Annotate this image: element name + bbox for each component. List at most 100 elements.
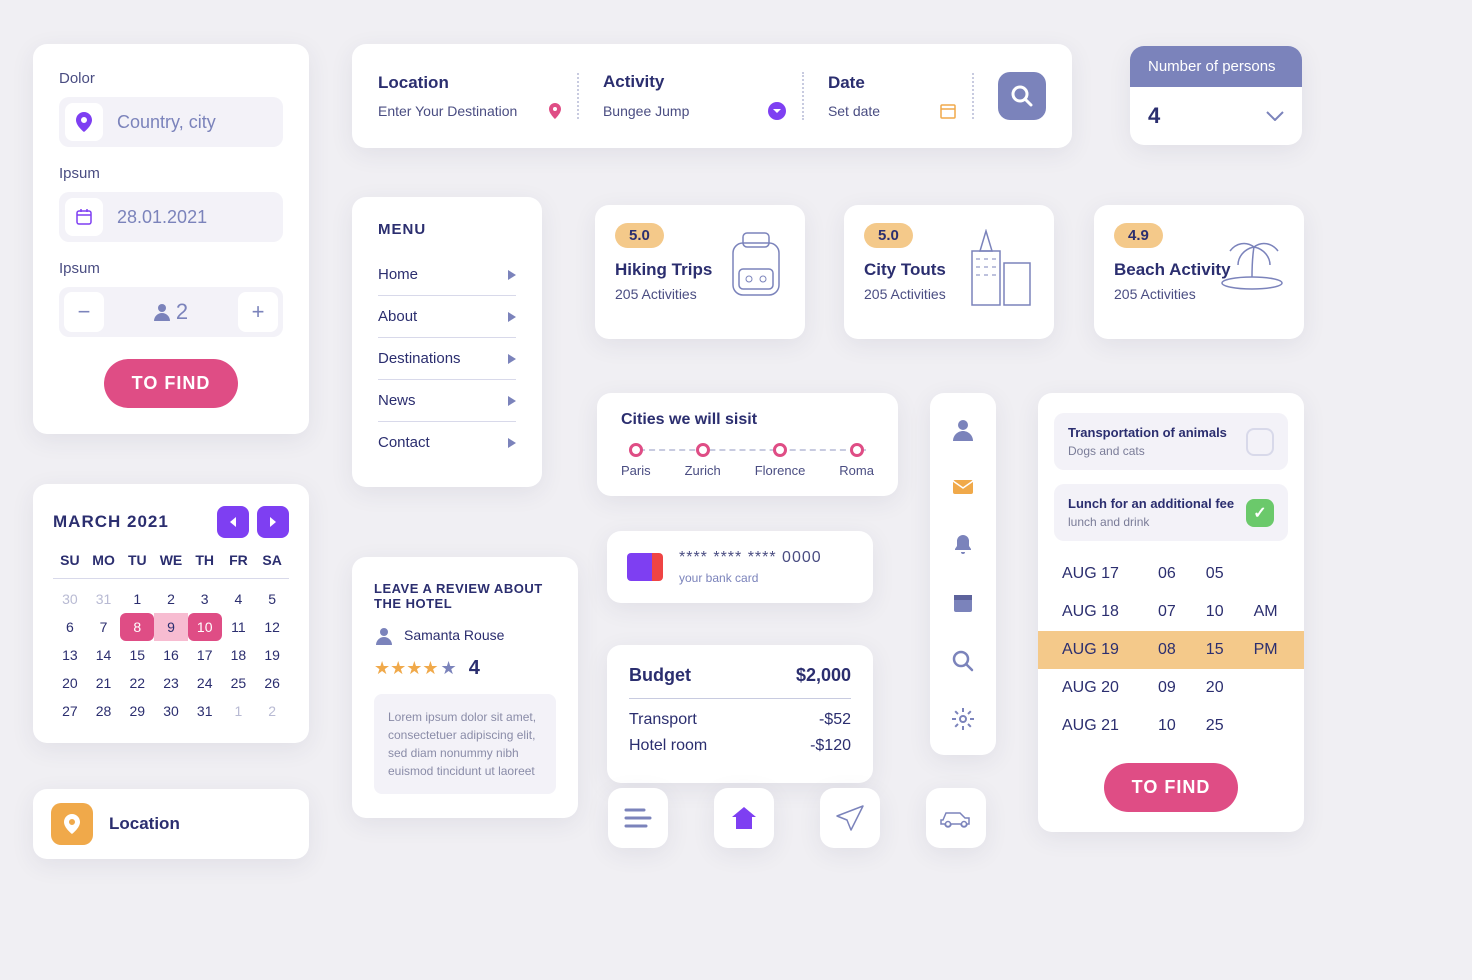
- budget-row: Transport-$52: [629, 711, 851, 729]
- calendar-day[interactable]: 3: [188, 585, 222, 613]
- city-stop: Paris: [621, 443, 651, 478]
- option-row[interactable]: Lunch for an additional feelunch and dri…: [1054, 484, 1288, 541]
- cities-panel: Cities we will sisit ParisZurichFlorence…: [597, 393, 898, 496]
- calendar-day[interactable]: 30: [154, 697, 188, 725]
- schedule-row[interactable]: AUG 211025: [1038, 707, 1304, 745]
- search-panel: Dolor Country, city Ipsum 28.01.2021 Ips…: [33, 44, 309, 434]
- flight-button[interactable]: [820, 788, 880, 848]
- schedule-row[interactable]: AUG 190815PM: [1038, 631, 1304, 669]
- city-stop: Florence: [755, 443, 806, 478]
- calendar-icon: [940, 103, 956, 119]
- person-icon: [154, 303, 170, 321]
- car-button[interactable]: [926, 788, 986, 848]
- calendar-day[interactable]: 19: [255, 641, 289, 669]
- calendar-icon[interactable]: [951, 591, 975, 615]
- destination-input[interactable]: Country, city: [59, 97, 283, 147]
- option-row[interactable]: Transportation of animalsDogs and cats: [1054, 413, 1288, 470]
- menu-item[interactable]: Home: [378, 254, 516, 296]
- guest-stepper: − 2 +: [59, 287, 283, 337]
- calendar-day[interactable]: 23: [154, 669, 188, 697]
- search-button[interactable]: [998, 72, 1046, 120]
- gear-icon[interactable]: [951, 707, 975, 731]
- calendar-day[interactable]: 11: [222, 613, 256, 641]
- calendar-day[interactable]: 8: [120, 613, 154, 641]
- calendar-day[interactable]: 17: [188, 641, 222, 669]
- checkbox[interactable]: [1246, 428, 1274, 456]
- schedule-row[interactable]: AUG 180710AM: [1038, 593, 1304, 631]
- calendar-day[interactable]: 22: [120, 669, 154, 697]
- calendar-day[interactable]: 13: [53, 641, 87, 669]
- calendar-day[interactable]: 24: [188, 669, 222, 697]
- calendar-day[interactable]: 14: [87, 641, 121, 669]
- calendar-day[interactable]: 2: [255, 697, 289, 725]
- calendar-panel: MARCH 2021 SUMOTUWETHFRSA303112345678910…: [33, 484, 309, 743]
- menu-item[interactable]: News: [378, 380, 516, 422]
- increment-button[interactable]: +: [238, 292, 278, 332]
- calendar-day[interactable]: 10: [188, 613, 222, 641]
- date-value: 28.01.2021: [117, 207, 207, 228]
- menu-button[interactable]: [608, 788, 668, 848]
- mail-icon[interactable]: [951, 475, 975, 499]
- date-input[interactable]: 28.01.2021: [59, 192, 283, 242]
- user-icon[interactable]: [951, 417, 975, 441]
- schedule-row[interactable]: AUG 170605: [1038, 555, 1304, 593]
- date-section[interactable]: Date Set date: [828, 73, 974, 119]
- activity-card-hiking[interactable]: 5.0 Hiking Trips 205 Activities: [595, 205, 805, 339]
- calendar-day[interactable]: 20: [53, 669, 87, 697]
- calendar-day[interactable]: 4: [222, 585, 256, 613]
- bell-icon[interactable]: [951, 533, 975, 557]
- menu-item[interactable]: About: [378, 296, 516, 338]
- calendar-day[interactable]: 6: [53, 613, 87, 641]
- chevron-right-icon: [508, 396, 516, 406]
- search-icon[interactable]: [951, 649, 975, 673]
- prev-month-button[interactable]: [217, 506, 249, 538]
- card-icon: [627, 553, 663, 581]
- calendar-day[interactable]: 30: [53, 585, 87, 613]
- field-label: Ipsum: [59, 165, 283, 182]
- find-button[interactable]: TO FIND: [104, 359, 239, 408]
- calendar-day[interactable]: 5: [255, 585, 289, 613]
- calendar-day[interactable]: 1: [222, 697, 256, 725]
- calendar-day[interactable]: 29: [120, 697, 154, 725]
- menu-item[interactable]: Destinations: [378, 338, 516, 380]
- checkbox[interactable]: ✓: [1246, 499, 1274, 527]
- activity-card-beach[interactable]: 4.9 Beach Activity 205 Activities: [1094, 205, 1304, 339]
- search-bar: Location Enter Your Destination Activity…: [352, 44, 1072, 148]
- destination-placeholder: Country, city: [117, 112, 216, 133]
- rating-stars[interactable]: ★★★★★ 4: [374, 657, 556, 680]
- schedule-row[interactable]: AUG 200920: [1038, 669, 1304, 707]
- decrement-button[interactable]: −: [64, 292, 104, 332]
- calendar-day[interactable]: 7: [87, 613, 121, 641]
- calendar-day[interactable]: 28: [87, 697, 121, 725]
- pin-icon: [65, 103, 103, 141]
- calendar-day[interactable]: 16: [154, 641, 188, 669]
- find-button[interactable]: TO FIND: [1104, 763, 1239, 812]
- search-icon: [1010, 84, 1034, 108]
- review-text[interactable]: Lorem ipsum dolor sit amet, consectetuer…: [374, 694, 556, 794]
- budget-panel: Budget$2,000 Transport-$52Hotel room-$12…: [607, 645, 873, 783]
- calendar-day[interactable]: 12: [255, 613, 289, 641]
- calendar-day[interactable]: 25: [222, 669, 256, 697]
- calendar-day[interactable]: 31: [87, 585, 121, 613]
- calendar-day[interactable]: 31: [188, 697, 222, 725]
- calendar-day[interactable]: 2: [154, 585, 188, 613]
- budget-row: Hotel room-$120: [629, 737, 851, 755]
- calendar-day[interactable]: 9: [154, 613, 188, 641]
- calendar-day[interactable]: 15: [120, 641, 154, 669]
- review-panel: LEAVE A REVIEW ABOUT THE HOTEL Samanta R…: [352, 557, 578, 818]
- home-button[interactable]: [714, 788, 774, 848]
- menu-item[interactable]: Contact: [378, 422, 516, 463]
- bank-card[interactable]: **** **** **** 0000your bank card: [607, 531, 873, 603]
- field-label: Ipsum: [59, 260, 283, 277]
- persons-select[interactable]: Number of persons 4: [1130, 46, 1302, 145]
- calendar-day[interactable]: 18: [222, 641, 256, 669]
- calendar-day[interactable]: 27: [53, 697, 87, 725]
- activity-section[interactable]: Activity Bungee Jump: [603, 72, 804, 120]
- calendar-day[interactable]: 21: [87, 669, 121, 697]
- calendar-day[interactable]: 1: [120, 585, 154, 613]
- location-section[interactable]: Location Enter Your Destination: [378, 73, 579, 119]
- next-month-button[interactable]: [257, 506, 289, 538]
- activity-card-city[interactable]: 5.0 City Touts 205 Activities: [844, 205, 1054, 339]
- location-pill[interactable]: Location: [33, 789, 309, 859]
- calendar-day[interactable]: 26: [255, 669, 289, 697]
